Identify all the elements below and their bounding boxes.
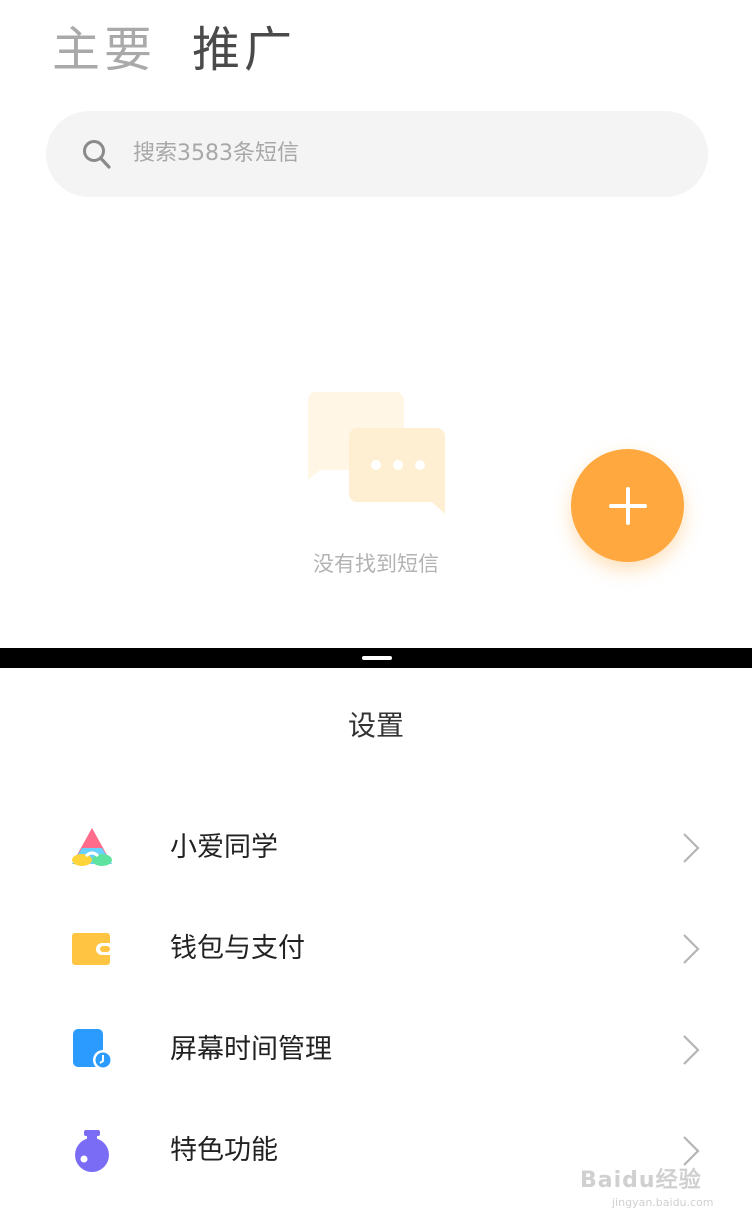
settings-item-xiaoai[interactable]: 小爱同学: [0, 798, 752, 898]
watermark-url: jingyan.baidu.com: [612, 1196, 714, 1209]
tab-bar: 主要 推广: [52, 22, 296, 78]
plus-icon-vertical: [626, 487, 630, 525]
settings-item-label: 小爱同学: [170, 832, 278, 863]
screen-time-icon: [73, 1029, 113, 1070]
wallet-icon: [72, 933, 110, 965]
tab-promotions[interactable]: 推广: [192, 22, 296, 78]
new-message-button[interactable]: [571, 449, 684, 562]
settings-item-screen-time[interactable]: 屏幕时间管理: [0, 1000, 752, 1100]
settings-pane: 设置 小爱同学 钱包与支付 屏幕时间管理 特色功能: [0, 668, 752, 1231]
search-placeholder: 搜索3583条短信: [133, 141, 299, 166]
settings-item-label: 特色功能: [170, 1135, 278, 1166]
page-title: 设置: [347, 709, 404, 742]
settings-item-label: 屏幕时间管理: [170, 1034, 332, 1065]
xiaoai-icon: [72, 828, 112, 866]
chevron-right-icon: [683, 934, 700, 964]
split-drag-handle[interactable]: [362, 656, 392, 660]
feature-flask-icon: [75, 1130, 109, 1172]
settings-item-label: 钱包与支付: [170, 933, 305, 964]
tab-primary[interactable]: 主要: [52, 22, 156, 78]
watermark-logo: Baidu经验: [580, 1168, 702, 1193]
chevron-right-icon: [683, 833, 700, 863]
search-icon: [83, 140, 111, 169]
messages-pane: 主要 推广 搜索3583条短信 没有找到短信: [0, 0, 752, 648]
settings-item-wallet[interactable]: 钱包与支付: [0, 899, 752, 999]
chevron-right-icon: [683, 1035, 700, 1065]
chat-bubbles-icon: [307, 392, 445, 514]
